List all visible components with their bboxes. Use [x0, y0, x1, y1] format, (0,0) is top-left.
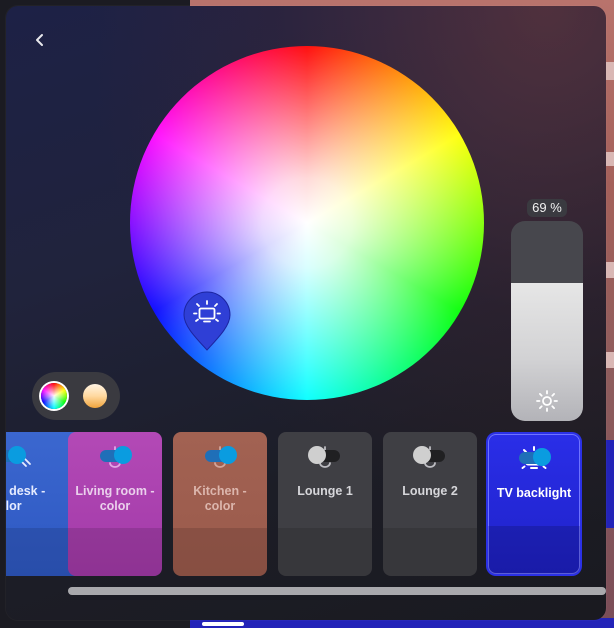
brightness-value: 69 %: [527, 199, 567, 217]
background-item: [606, 262, 614, 278]
device-card-living-room[interactable]: Living room - color: [68, 432, 162, 576]
brightness-slider[interactable]: [511, 221, 583, 421]
device-toggle[interactable]: [306, 444, 342, 466]
device-toggle[interactable]: [96, 444, 132, 466]
temperature-mode-button[interactable]: [83, 384, 107, 408]
device-toggle[interactable]: [6, 444, 26, 466]
device-name: Living room - color: [75, 484, 155, 513]
device-name: Kitchen - color: [193, 484, 247, 513]
sun-icon: [536, 390, 558, 412]
device-name: Lounge 2: [402, 484, 458, 498]
color-mode-button[interactable]: [41, 383, 67, 409]
background-item: [606, 440, 614, 528]
device-toggle[interactable]: [515, 446, 551, 468]
device-toggle[interactable]: [411, 444, 447, 466]
device-list-scrollbar[interactable]: [68, 587, 606, 595]
background-item: [606, 352, 614, 368]
background-item: [606, 62, 614, 80]
background-item: [606, 152, 614, 166]
back-button[interactable]: [30, 30, 50, 50]
device-card-kitchen[interactable]: Kitchen - color: [173, 432, 267, 576]
device-card-lounge-2[interactable]: Lounge 2: [383, 432, 477, 576]
device-card-tv-backlight[interactable]: TV backlight: [488, 434, 580, 574]
tv-backlight-color-marker[interactable]: [182, 290, 232, 352]
device-name: Lounge 1: [297, 484, 353, 498]
chevron-left-icon: [36, 34, 43, 46]
device-name: TV backlight: [496, 486, 572, 500]
device-list: n desk - olor Living room - color: [6, 432, 606, 578]
device-toggle[interactable]: [201, 444, 237, 466]
light-control-dialog: 69 % n desk - olor: [6, 6, 606, 620]
device-card-lounge-1[interactable]: Lounge 1: [278, 432, 372, 576]
mode-selector: [32, 372, 120, 420]
